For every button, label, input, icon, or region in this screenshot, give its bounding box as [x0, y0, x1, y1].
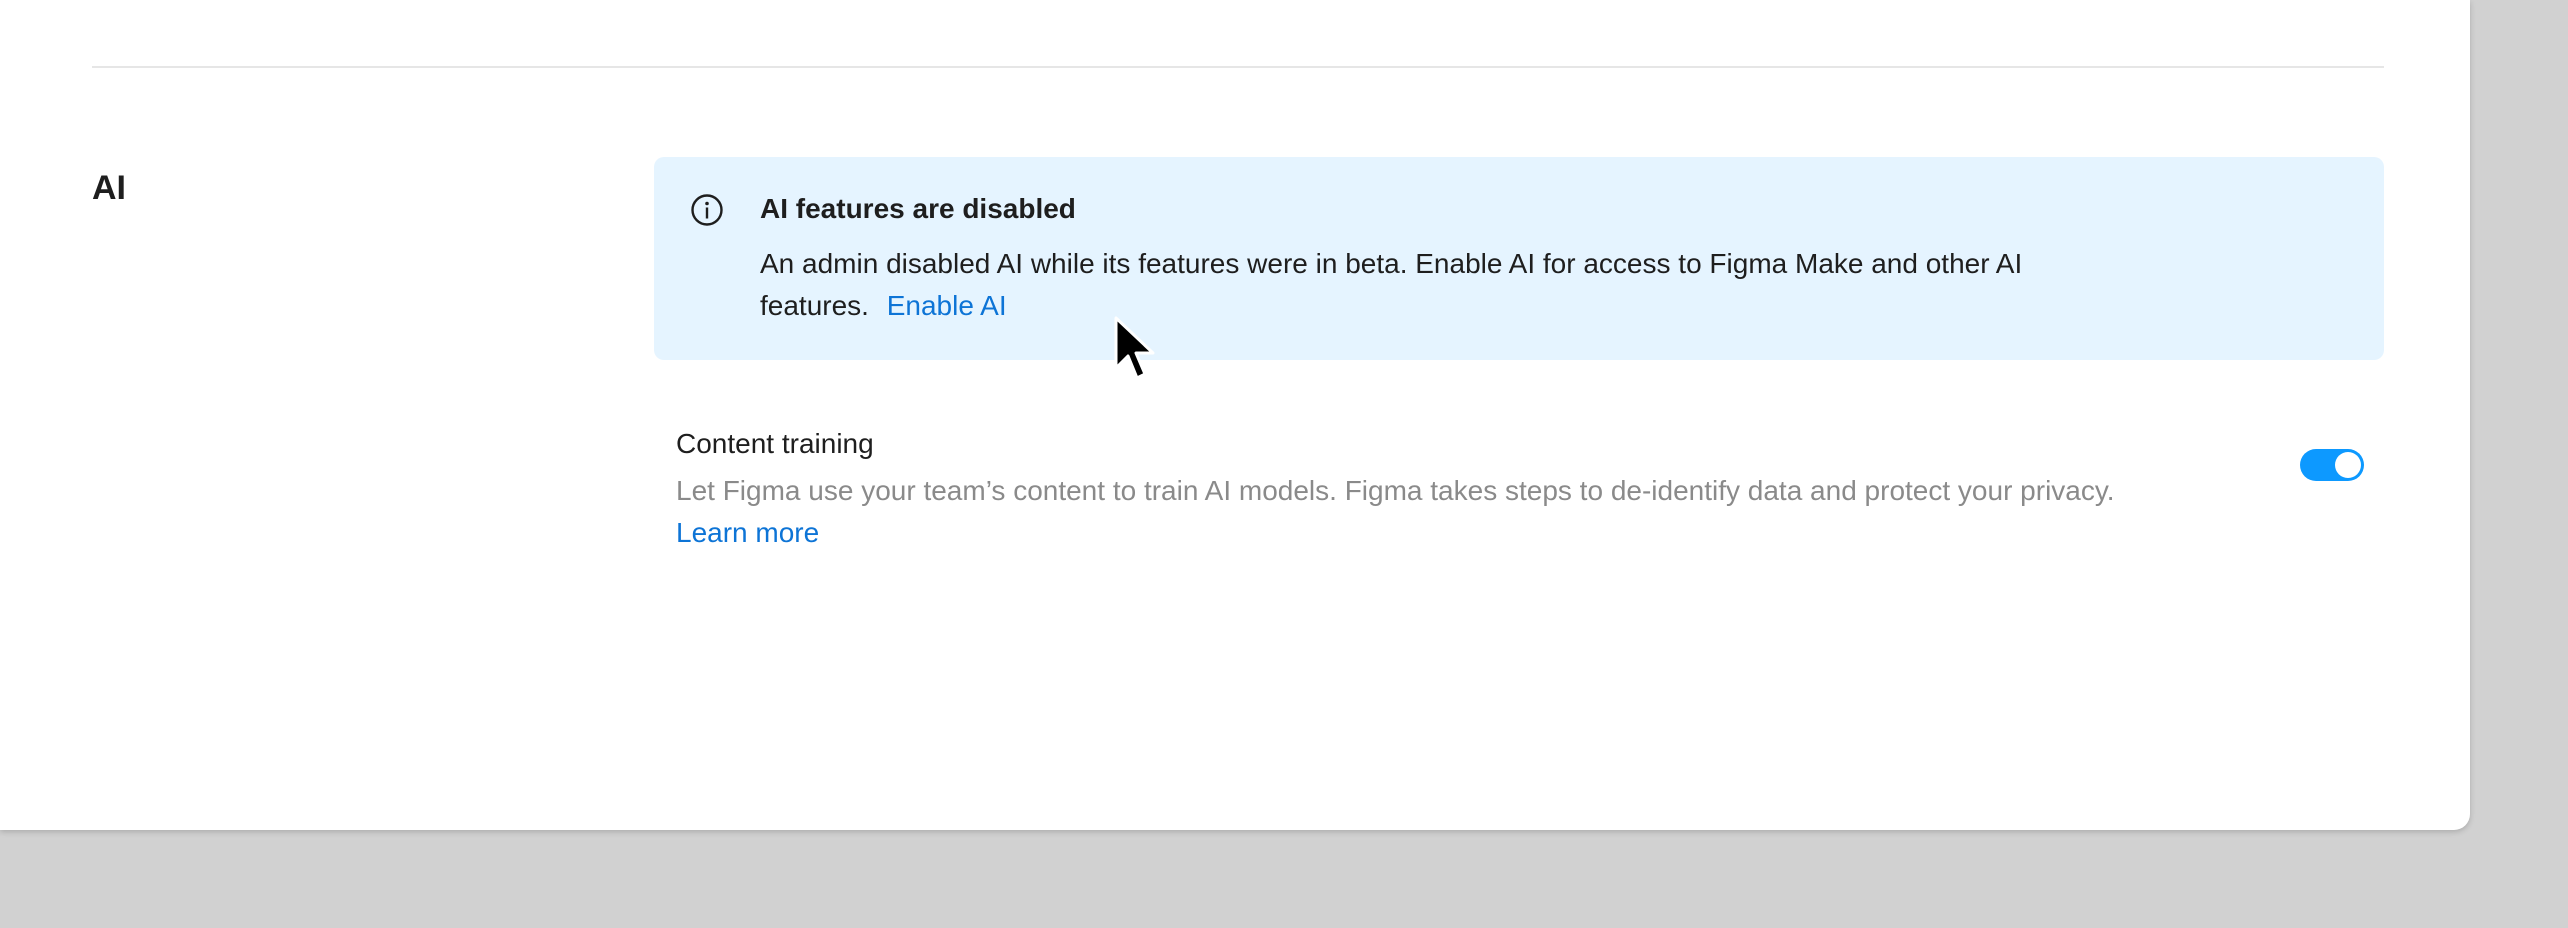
- content-training-description: Let Figma use your team’s content to tra…: [676, 470, 2136, 554]
- ai-disabled-banner: AI features are disabled An admin disabl…: [654, 157, 2384, 360]
- content-training-text: Let Figma use your team’s content to tra…: [676, 475, 2115, 506]
- section-divider: [92, 66, 2384, 68]
- info-icon: [691, 194, 723, 226]
- learn-more-link[interactable]: Learn more: [676, 517, 819, 548]
- toggle-knob: [2335, 452, 2361, 478]
- section-title: AI: [92, 169, 126, 207]
- banner-body: An admin disabled AI while its features …: [760, 243, 2090, 327]
- content-training-setting: Content training Let Figma use your team…: [676, 424, 2176, 554]
- content-training-title: Content training: [676, 428, 874, 459]
- banner-title: AI features are disabled: [760, 193, 1076, 224]
- enable-ai-link[interactable]: Enable AI: [887, 290, 1007, 321]
- content-training-toggle[interactable]: [2300, 449, 2364, 481]
- settings-panel: AI AI features are disabled An admin dis…: [0, 0, 2470, 830]
